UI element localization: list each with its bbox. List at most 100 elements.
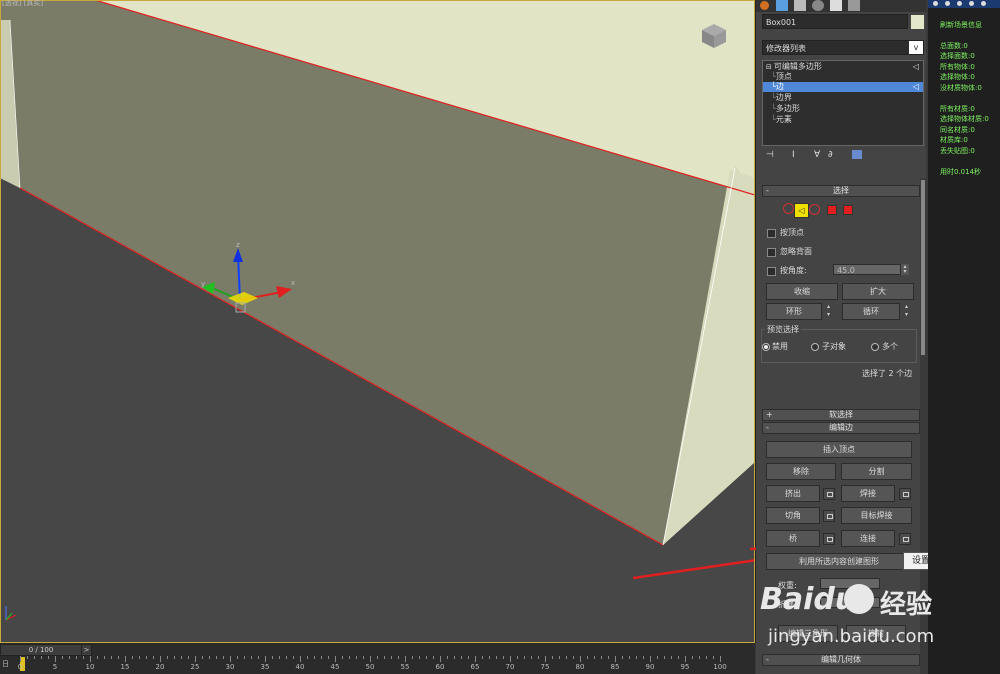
timeline-tick — [461, 656, 462, 659]
rollout-selection-header[interactable]: - 选择 — [762, 185, 920, 197]
preview-subobject-radio[interactable] — [811, 343, 819, 351]
refresh-scene-info-link[interactable]: 刷新场景信息 — [940, 20, 982, 30]
remove-button[interactable]: 移除 — [766, 463, 836, 480]
stack-item-editable-poly[interactable]: ⊟ 可编辑多边形 ◁ — [763, 62, 923, 72]
info-stat: 同名材质:0 — [940, 126, 975, 134]
border-mode-icon[interactable] — [809, 204, 820, 215]
timeline[interactable]: 0 / 100 > 日 0 5 10 15 20 25 30 35 40 45 50 55 60 65 70… — [0, 643, 755, 674]
display-tab-icon[interactable] — [830, 0, 842, 11]
info-stat: 没材质物体:0 — [940, 84, 982, 92]
window-dot-icon[interactable] — [933, 1, 938, 6]
preview-multi-radio[interactable] — [871, 343, 879, 351]
world-axis-tripod — [5, 606, 17, 621]
annotation-arrow — [632, 559, 755, 580]
by-vertex-checkbox[interactable] — [767, 229, 776, 238]
create-tab-icon[interactable] — [760, 1, 769, 10]
preview-selection-title: 预览选择 — [765, 324, 801, 335]
timeline-tick — [524, 656, 525, 659]
split-button[interactable]: 分割 — [841, 463, 912, 480]
loop-spinner-arrows[interactable]: ▴ ▾ — [902, 303, 911, 320]
timeline-tick — [160, 656, 161, 662]
timeline-tick — [335, 656, 336, 662]
timeline-tick — [580, 656, 581, 662]
modifier-stack[interactable]: ⊟ 可编辑多边形 ◁ └顶点 └边 ◁ └边界 └多边形 └元素 — [762, 60, 924, 146]
modifier-list-dropdown[interactable]: 修改器列表 — [762, 40, 924, 55]
motion-tab-icon[interactable] — [812, 0, 824, 11]
ignore-backfacing-checkbox[interactable] — [767, 248, 776, 257]
modify-tab-icon[interactable] — [776, 0, 788, 11]
stack-item-edge[interactable]: └边 ◁ — [763, 82, 923, 92]
timeline-tick — [146, 656, 147, 659]
timeline-tick — [20, 656, 21, 662]
stack-item-element[interactable]: └元素 — [763, 115, 923, 125]
stack-item-polygon[interactable]: └多边形 — [763, 104, 923, 114]
polygon-mode-icon[interactable] — [827, 205, 837, 215]
timeline-left-label: 日 — [2, 660, 9, 668]
extrude-settings-icon[interactable] — [823, 488, 835, 500]
by-angle-checkbox[interactable] — [767, 267, 776, 276]
preview-off-label: 禁用 — [772, 342, 788, 351]
stack-item-border[interactable]: └边界 — [763, 93, 923, 103]
weld-button[interactable]: 焊接 — [841, 485, 895, 502]
viewport-label[interactable]: [透视] [真实] — [2, 0, 43, 8]
rollout-edit-geometry-header[interactable]: - 编辑几何体 — [762, 654, 920, 666]
chamfer-button[interactable]: 切角 — [766, 507, 820, 524]
pin-stack-icon[interactable]: ⊣ — [766, 150, 774, 160]
edge-mode-icon[interactable]: ◁ — [794, 203, 809, 218]
window-dot-icon[interactable] — [969, 1, 974, 6]
chevron-down-icon[interactable]: v — [909, 41, 923, 54]
timeline-tick — [601, 656, 602, 659]
next-frame-button[interactable]: > — [81, 644, 92, 656]
configure-sets-icon[interactable] — [852, 150, 862, 159]
connect-button[interactable]: 连接 — [841, 530, 895, 547]
object-name-field[interactable]: Box001 — [762, 14, 908, 29]
preview-off-radio[interactable] — [762, 343, 770, 351]
perspective-viewport[interactable]: z y x [透视] [真实] — [0, 0, 756, 643]
timeline-tick-label: 70 — [505, 663, 515, 671]
connect-settings-icon[interactable] — [899, 533, 911, 545]
utilities-tab-icon[interactable] — [848, 0, 860, 11]
bridge-button[interactable]: 桥 — [766, 530, 820, 547]
window-dot-icon[interactable] — [945, 1, 950, 6]
insert-vertex-button[interactable]: 插入顶点 — [766, 441, 912, 458]
ring-button[interactable]: 环形 — [766, 303, 822, 320]
object-color-swatch[interactable] — [911, 15, 924, 29]
window-dot-icon[interactable] — [957, 1, 962, 6]
vertex-mode-icon[interactable] — [783, 203, 794, 214]
window-dot-icon[interactable] — [981, 1, 986, 6]
timeline-tick — [286, 656, 287, 659]
weld-settings-icon[interactable] — [899, 488, 911, 500]
timeline-tick — [657, 656, 658, 659]
angle-spinner-arrows[interactable]: ▴ ▾ — [901, 264, 909, 275]
make-unique-icon[interactable]: ∀ — [814, 150, 820, 160]
hierarchy-tab-icon[interactable] — [794, 0, 806, 11]
rollout-soft-selection-header[interactable]: + 软选择 — [762, 409, 920, 421]
extrude-button[interactable]: 挤出 — [766, 485, 820, 502]
angle-spinner[interactable]: 45.0 — [833, 264, 901, 275]
remove-modifier-icon[interactable]: ∂ — [828, 150, 833, 160]
chamfer-settings-icon[interactable] — [823, 510, 835, 522]
timeline-ruler[interactable]: 0 5 10 15 20 25 30 35 40 45 50 55 60 65 70 75 80 85 90 95 10… — [18, 656, 755, 674]
timeline-tick — [328, 656, 329, 659]
timeline-tick — [475, 656, 476, 662]
timeline-tick — [713, 656, 714, 659]
timeline-tick — [503, 656, 504, 659]
ring-spinner-arrows[interactable]: ▴ ▾ — [824, 303, 833, 320]
element-mode-icon[interactable] — [843, 205, 853, 215]
create-shape-button[interactable]: 利用所选内容创建图形 — [766, 553, 912, 570]
frame-counter[interactable]: 0 / 100 — [0, 644, 82, 656]
shrink-button[interactable]: 收缩 — [766, 283, 838, 300]
timeline-tick-label: 40 — [295, 663, 305, 671]
panel-scrollbar-thumb[interactable] — [921, 180, 925, 355]
loop-button[interactable]: 循环 — [842, 303, 900, 320]
timeline-tick — [671, 656, 672, 659]
timeline-tick — [377, 656, 378, 659]
show-end-result-icon[interactable]: Ⅰ — [792, 150, 795, 160]
stack-item-vertex[interactable]: └顶点 — [763, 72, 923, 82]
timeline-tick — [356, 656, 357, 659]
grow-button[interactable]: 扩大 — [842, 283, 914, 300]
bridge-settings-icon[interactable] — [823, 533, 835, 545]
timeline-tick-label: 85 — [610, 663, 620, 671]
target-weld-button[interactable]: 目标焊接 — [841, 507, 912, 524]
rollout-edit-edges-header[interactable]: - 编辑边 — [762, 422, 920, 434]
